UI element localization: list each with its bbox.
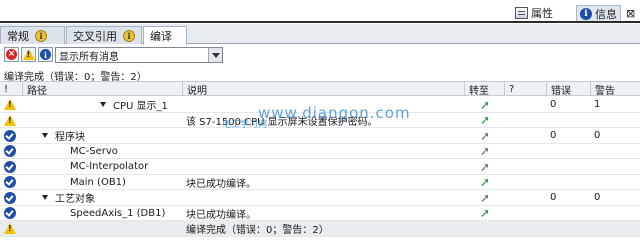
table-row[interactable]: 工艺对象 ➚ 0 0	[0, 190, 640, 206]
table-row[interactable]: 程序块 ➚ 0 0	[0, 128, 640, 144]
error-count	[546, 159, 590, 174]
path-label: CPU 显示_1	[113, 101, 168, 112]
error-count	[546, 221, 590, 236]
tab-compile-label: 编译	[150, 30, 172, 43]
tab-cross-reference-label: 交叉引用	[73, 29, 117, 43]
column-header-path[interactable]: 路径	[22, 82, 182, 97]
tab-cross-reference[interactable]: 交叉引用 i	[66, 26, 142, 44]
path-label: 工艺对象	[55, 194, 95, 205]
tab-bar-divider	[0, 21, 640, 23]
path-label: 程序块	[55, 132, 85, 143]
expand-arrow-icon[interactable]	[42, 133, 48, 138]
goto-arrow-icon[interactable]: ➚	[480, 207, 490, 219]
info-icon: i	[40, 49, 51, 60]
goto-arrow-icon[interactable]: ➚	[480, 176, 490, 188]
tab-compile[interactable]: 编译	[143, 26, 187, 45]
message-filter-toolbar: × i 显示所有消息	[0, 45, 640, 65]
error-count	[546, 175, 590, 190]
success-check-icon	[4, 129, 16, 142]
error-icon: ×	[6, 49, 17, 60]
table-row[interactable]: Main (OB1) 块已成功编译。 ➚	[0, 175, 640, 190]
messages-table-header: ! 路径 说明 转至 ? 错误 警告	[0, 81, 640, 97]
watermark-text: 电工学习网	[222, 120, 268, 130]
goto-arrow-icon[interactable]: ➚	[480, 130, 490, 142]
success-check-icon	[4, 191, 16, 204]
error-count	[546, 206, 590, 221]
warning-icon	[4, 223, 16, 234]
column-header-warnings[interactable]: 警告	[590, 82, 640, 97]
expand-arrow-icon[interactable]	[100, 102, 106, 107]
error-count	[546, 113, 590, 128]
warning-count: 0	[594, 130, 601, 141]
table-row[interactable]: 编译完成（错误：0；警告：2）	[0, 221, 640, 237]
warning-icon	[4, 99, 16, 110]
tab-info-label: 信息	[595, 7, 617, 21]
column-header-help[interactable]: ?	[504, 82, 546, 96]
table-row[interactable]: MC-Servo ➚	[0, 144, 640, 159]
inspector-tab-bar: 属性 i 信息 ⊠	[0, 0, 640, 24]
general-info-icon: i	[35, 29, 47, 42]
properties-icon	[515, 7, 528, 19]
column-header-goto[interactable]: 转至	[464, 82, 504, 97]
error-count: 0	[550, 130, 557, 141]
success-check-icon	[4, 176, 16, 188]
chevron-down-icon[interactable]	[208, 48, 222, 62]
error-count: 0	[550, 99, 557, 110]
info-icon: i	[580, 7, 592, 20]
description-text: 编译完成（错误：0；警告：2）	[186, 225, 329, 236]
warning-count	[590, 113, 640, 128]
success-check-icon	[4, 207, 16, 219]
warning-icon	[4, 114, 16, 126]
error-count: 0	[550, 192, 557, 203]
watermark-url: www.diangon.com	[258, 104, 411, 122]
warning-count: 1	[594, 99, 601, 110]
tab-general-label: 常规	[7, 29, 29, 43]
path-label: Main (OB1)	[70, 176, 126, 188]
message-filter-select[interactable]: 显示所有消息	[55, 47, 223, 63]
column-header-errors[interactable]: 错误	[546, 82, 590, 97]
description-text: 块已成功编译。	[186, 209, 256, 221]
column-header-status[interactable]: !	[0, 82, 22, 96]
error-count	[546, 144, 590, 159]
tab-general[interactable]: 常规 i	[0, 26, 65, 44]
diagnostics-icon: ⊠	[626, 6, 636, 20]
path-label: MC-Servo	[70, 145, 118, 157]
success-check-icon	[4, 160, 16, 173]
goto-arrow-icon[interactable]: ➚	[480, 161, 490, 173]
cross-ref-info-icon: i	[123, 29, 135, 42]
info-sub-tabs: 常规 i 交叉引用 i 编译	[0, 24, 640, 45]
warning-count: 0	[594, 192, 601, 203]
goto-arrow-icon[interactable]: ➚	[480, 99, 490, 111]
description-text: 块已成功编译。	[186, 178, 256, 190]
path-label: SpeedAxis_1 (DB1)	[70, 207, 166, 219]
warning-count	[590, 144, 640, 159]
goto-arrow-icon[interactable]: ➚	[480, 192, 490, 204]
goto-arrow-icon[interactable]: ➚	[480, 145, 490, 157]
tab-properties[interactable]: 属性	[515, 5, 553, 21]
warning-count	[590, 221, 640, 236]
expand-arrow-icon[interactable]	[42, 195, 48, 200]
filter-errors-button[interactable]: ×	[4, 47, 19, 62]
table-row[interactable]: SpeedAxis_1 (DB1) 块已成功编译。 ➚	[0, 206, 640, 221]
warning-count	[590, 159, 640, 174]
success-check-icon	[4, 145, 16, 157]
warning-count	[590, 175, 640, 190]
filter-warnings-button[interactable]	[21, 47, 36, 62]
path-label: MC-Interpolator	[70, 161, 149, 172]
warning-count	[590, 206, 640, 221]
tab-properties-label: 属性	[531, 7, 553, 20]
tab-info[interactable]: i 信息	[576, 5, 621, 21]
warning-icon	[22, 49, 35, 60]
table-row[interactable]: MC-Interpolator ➚	[0, 159, 640, 175]
goto-arrow-icon[interactable]: ➚	[480, 114, 490, 126]
tab-diagnostics[interactable]: ⊠	[626, 5, 635, 21]
column-header-description[interactable]: 说明	[182, 82, 464, 97]
filter-info-button[interactable]: i	[38, 47, 53, 62]
message-filter-value: 显示所有消息	[59, 51, 119, 63]
